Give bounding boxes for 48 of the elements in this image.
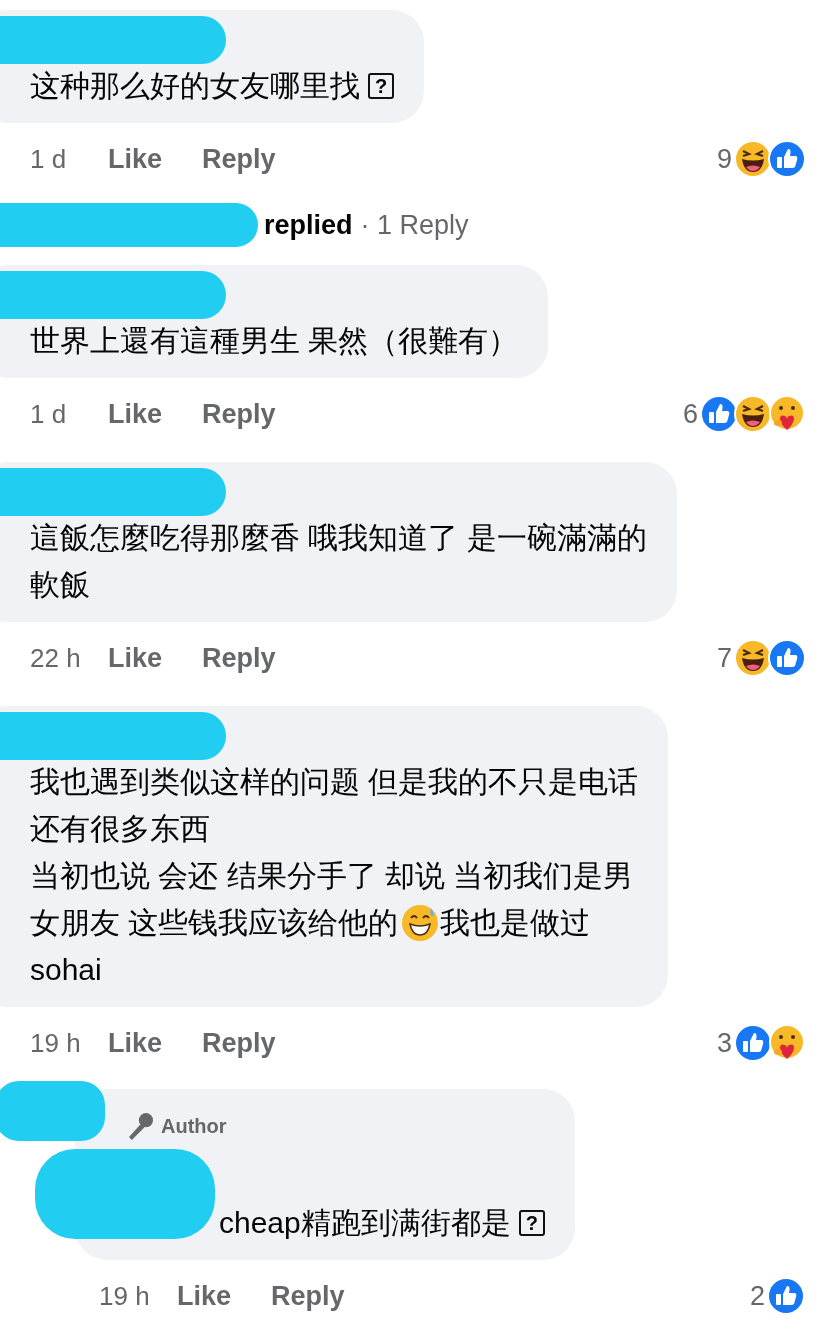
reaction-count: 3 [716, 1027, 732, 1059]
laughing-face-icon [734, 639, 772, 677]
hugging-heart-face-icon [768, 1024, 806, 1062]
like-link[interactable]: Like [177, 1280, 232, 1312]
thumbs-up-icon [768, 639, 806, 677]
comment-text: 还有很多东西 [30, 811, 210, 847]
hugging-heart-face-icon [768, 395, 806, 433]
reply-link[interactable]: Reply [202, 398, 276, 430]
thumbs-up-icon [768, 140, 806, 178]
comment-text: 女朋友 这些钱我应该给他的 [30, 905, 399, 941]
comment-text: 这种那么好的女友哪里找 [30, 68, 360, 104]
reaction-count: 7 [716, 642, 732, 674]
thumbs-up-icon [734, 1024, 772, 1062]
comment-text: cheap精跑到满街都是 [219, 1205, 511, 1241]
reaction-count: 6 [682, 398, 698, 430]
laughing-face-icon [734, 395, 772, 433]
comment-text: sohai [30, 952, 102, 988]
like-link[interactable]: Like [108, 398, 163, 430]
author-label: Author [161, 1114, 227, 1138]
thumbs-up-icon [700, 395, 738, 433]
like-link[interactable]: Like [108, 1027, 163, 1059]
comment-text: 軟飯 [30, 567, 90, 603]
microphone-icon [129, 1112, 153, 1140]
thumbs-up-icon [767, 1277, 805, 1315]
reply-link[interactable]: Reply [202, 1027, 276, 1059]
comment-text: 当初也说 会还 结果分手了 却说 当初我们是男 [30, 858, 634, 894]
comment-time: 19 h [30, 1027, 82, 1059]
missing-glyph: ? [518, 1209, 545, 1236]
missing-glyph: ? [368, 72, 394, 99]
reaction-count: 9 [716, 143, 732, 175]
reply-link[interactable]: Reply [202, 143, 276, 175]
comment-text: 世界上還有這種男生 果然（很難有） [30, 323, 519, 359]
comment-time: 1 d [30, 398, 68, 430]
sweat-smile-emoji-icon [400, 902, 441, 943]
comment-text: 這飯怎麼吃得那麼香 哦我知道了 是一碗滿滿的 [30, 520, 647, 556]
reaction-count: 2 [749, 1280, 765, 1312]
reply-link[interactable]: Reply [202, 642, 276, 674]
replied-label: replied [264, 209, 353, 241]
comment-time: 19 h [99, 1280, 151, 1312]
reply-link[interactable]: Reply [271, 1280, 345, 1312]
comment-text: 我也是做过 [440, 905, 591, 941]
laughing-face-icon [734, 140, 772, 178]
like-link[interactable]: Like [108, 642, 163, 674]
comment-text: 我也遇到类似这样的问题 但是我的不只是电话 [30, 764, 639, 800]
comment-time: 22 h [30, 642, 82, 674]
comment-time: 1 d [30, 143, 68, 175]
like-link[interactable]: Like [108, 143, 163, 175]
replies-link[interactable]: · 1 Reply [360, 209, 469, 241]
